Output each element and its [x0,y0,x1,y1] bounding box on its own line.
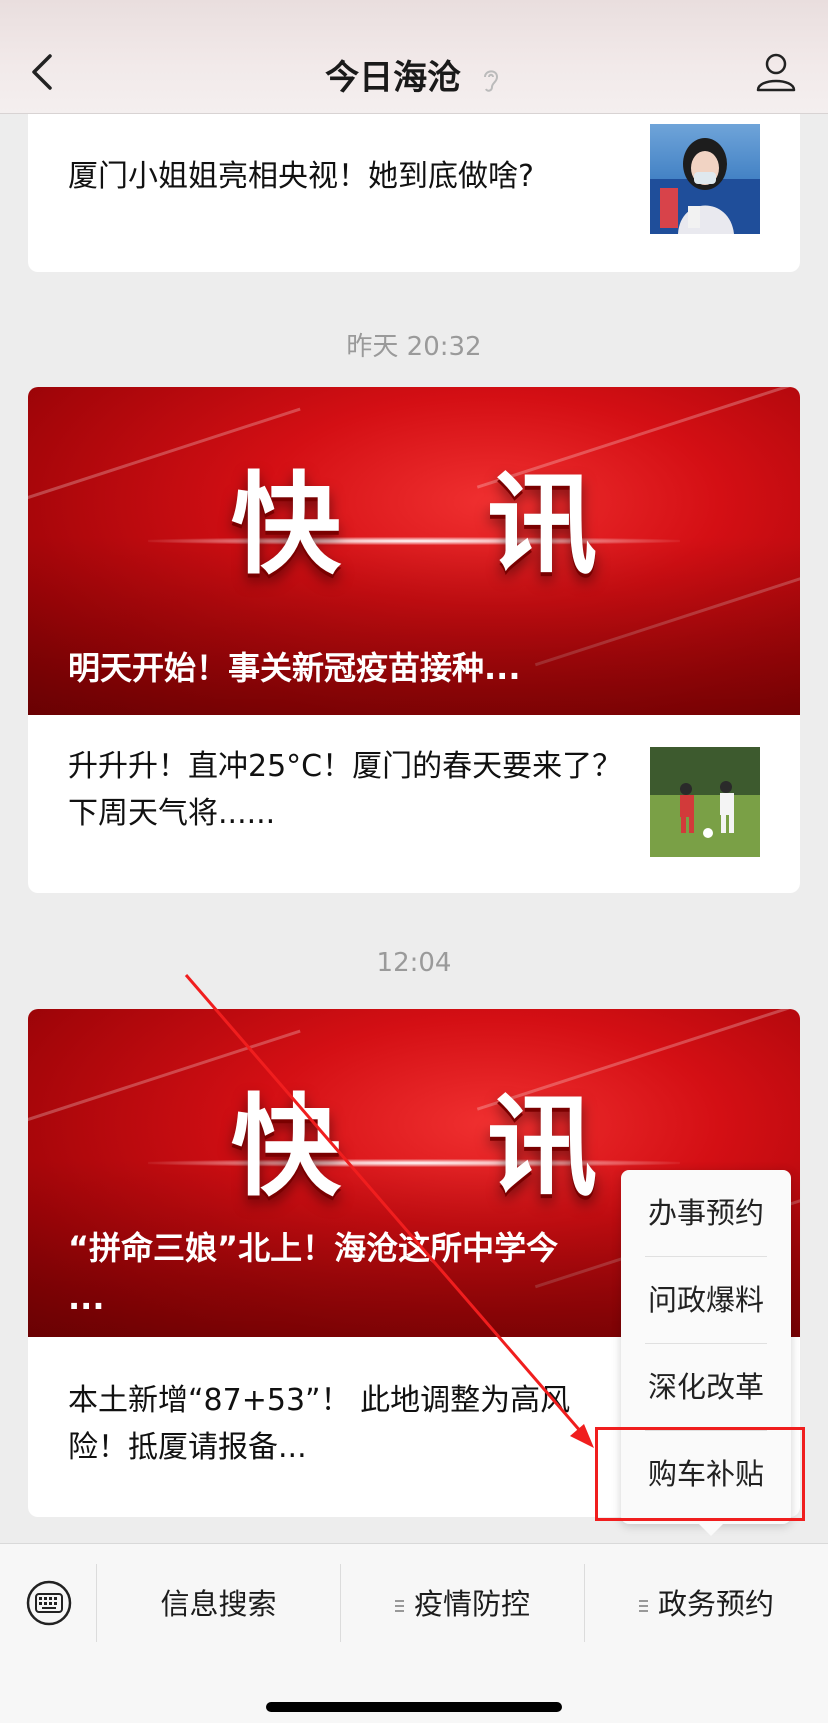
menu-button-label: 政务预约 [657,1587,774,1621]
page-title-container: 今日海沧 [0,50,828,99]
timestamp: 12:04 [376,948,452,978]
submenu-icon [638,1600,648,1612]
article-title: 本土新增“87+53”！ 此地调整为高风险！抵厦请报备... [68,1383,571,1465]
article-thumbnail [650,747,760,857]
woman-interview-photo [650,138,760,234]
keyboard-icon[interactable] [26,1580,72,1626]
children-soccer-photo [650,747,760,857]
submenu-item-reform[interactable]: 深化改革 [621,1344,791,1430]
news-banner[interactable]: 快 讯 明天开始！事关新冠疫苗接种... [28,387,800,715]
top-navigation-bar: 今日海沧 [0,0,828,114]
profile-icon[interactable] [754,50,798,94]
banner-headline: 快 讯 [230,460,652,589]
submenu-icon [394,1600,404,1612]
article-item[interactable]: 升升升！直冲25°C！厦门的春天要来了？下周天气将...... [28,715,800,893]
home-indicator [266,1702,562,1712]
menu-button-epidemic-control[interactable]: 疫情防控 [341,1564,584,1644]
menu-button-info-search[interactable]: 信息搜索 [97,1564,340,1644]
annotation-highlight-box [595,1427,805,1521]
article-title: 厦门小姐姐亮相央视！她到底做啥? [68,159,534,194]
bottom-menu-bar: 信息搜索 疫情防控 政务预约 [0,1543,828,1723]
submenu-item-report[interactable]: 问政爆料 [621,1257,791,1343]
menu-button-gov-appointment[interactable]: 政务预约 [585,1564,828,1644]
submenu-item-appointment[interactable]: 办事预约 [621,1170,791,1256]
popup-pointer [699,1524,723,1536]
page-title: 今日海沧 [325,58,462,98]
article-thumbnail [650,124,760,234]
article-card: 快 讯 明天开始！事关新冠疫苗接种... 升升升！直冲25°C！厦门的春天要来了… [28,387,800,893]
ear-icon [483,69,498,92]
article-title: 升升升！直冲25°C！厦门的春天要来了？下周天气将...... [68,749,623,831]
banner-caption: 明天开始！事关新冠疫苗接种... [68,649,521,687]
timestamp: 昨天 20:32 [346,332,482,362]
menu-button-label: 疫情防控 [413,1587,530,1621]
menu-button-label: 信息搜索 [160,1587,277,1621]
